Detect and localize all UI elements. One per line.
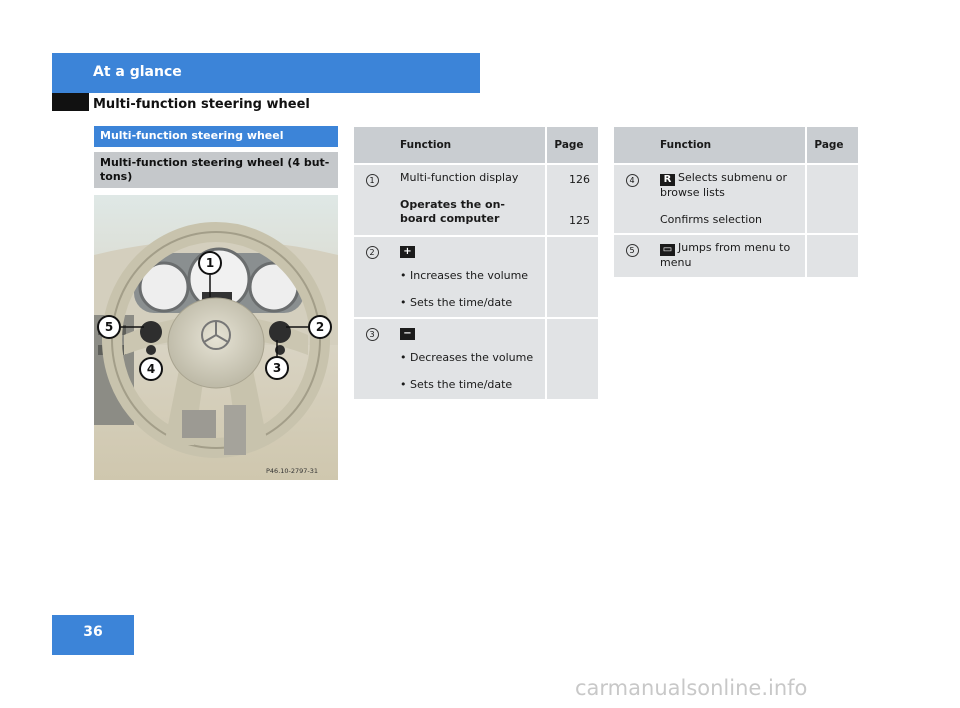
table-row: 4 R Selects submenu or browse lists Confi… [614, 164, 858, 235]
function-header: Function [650, 127, 806, 165]
function-text: Jumps from menu to menu [660, 241, 791, 269]
minus-key-icon: − [400, 328, 415, 340]
menu-key-icon: ▭ [660, 244, 675, 256]
page-number: 36 [83, 624, 103, 640]
table-header-row: Function Page [354, 127, 598, 165]
function-table-2: Function Page 4 R Selects submenu or brow… [614, 127, 858, 279]
page-header: Page [545, 127, 598, 165]
num-header [354, 127, 390, 165]
steering-wheel-photo: 1 2 3 4 5 [94, 195, 338, 480]
photo-code: P46.10-2797-31 [266, 467, 319, 475]
page-ref: 125 [569, 214, 590, 227]
subsection-bar: Multi-function steering wheel (4 but-ton… [94, 152, 338, 188]
function-header: Function [390, 127, 546, 165]
page-subtitle: Multi-function steering wheel [93, 97, 310, 112]
callout-1-label: 1 [206, 256, 214, 270]
callout-2-label: 2 [316, 320, 324, 334]
function-table-1: Function Page 1 Multi-function display O… [354, 127, 598, 401]
callout-4-label: 4 [147, 362, 155, 376]
bullet-item: Sets the time/date [400, 378, 541, 392]
r-key-icon: R [660, 174, 675, 186]
section-title: At a glance [93, 64, 182, 80]
callout-3-label: 3 [273, 361, 281, 375]
watermark: carmanualsonline.info [575, 676, 808, 700]
row-number: 3 [365, 328, 379, 341]
table-row: 5 ▭ Jumps from menu to menu [614, 234, 858, 279]
plus-key-icon: + [400, 246, 415, 258]
table-row: 3 − Decreases the volume Sets the time/d… [354, 318, 598, 401]
page-header: Page [805, 127, 858, 165]
function-text: Operates the on-board computer [400, 198, 505, 225]
function-text: Selects submenu or browse lists [660, 171, 788, 199]
table-header-row: Function Page [614, 127, 858, 165]
row-number: 2 [365, 246, 379, 259]
table-row: 2 + Increases the volume Sets the time/d… [354, 236, 598, 319]
page-ref: 126 [569, 173, 590, 186]
section-bar: Multi-function steering wheel [94, 126, 338, 147]
row-number: 1 [365, 174, 379, 187]
bullet-item: Sets the time/date [400, 296, 541, 310]
table-row: 1 Multi-function display Operates the on… [354, 164, 598, 237]
function-text: Multi-function display [400, 171, 519, 184]
bullet-item: Increases the volume [400, 269, 541, 283]
row-number: 4 [625, 174, 639, 187]
row-number: 5 [625, 244, 639, 257]
callout-5-label: 5 [105, 320, 113, 334]
num-header [614, 127, 650, 165]
bullet-item: Decreases the volume [400, 351, 541, 365]
header-marker [52, 93, 89, 111]
function-text: Confirms selection [660, 213, 763, 226]
